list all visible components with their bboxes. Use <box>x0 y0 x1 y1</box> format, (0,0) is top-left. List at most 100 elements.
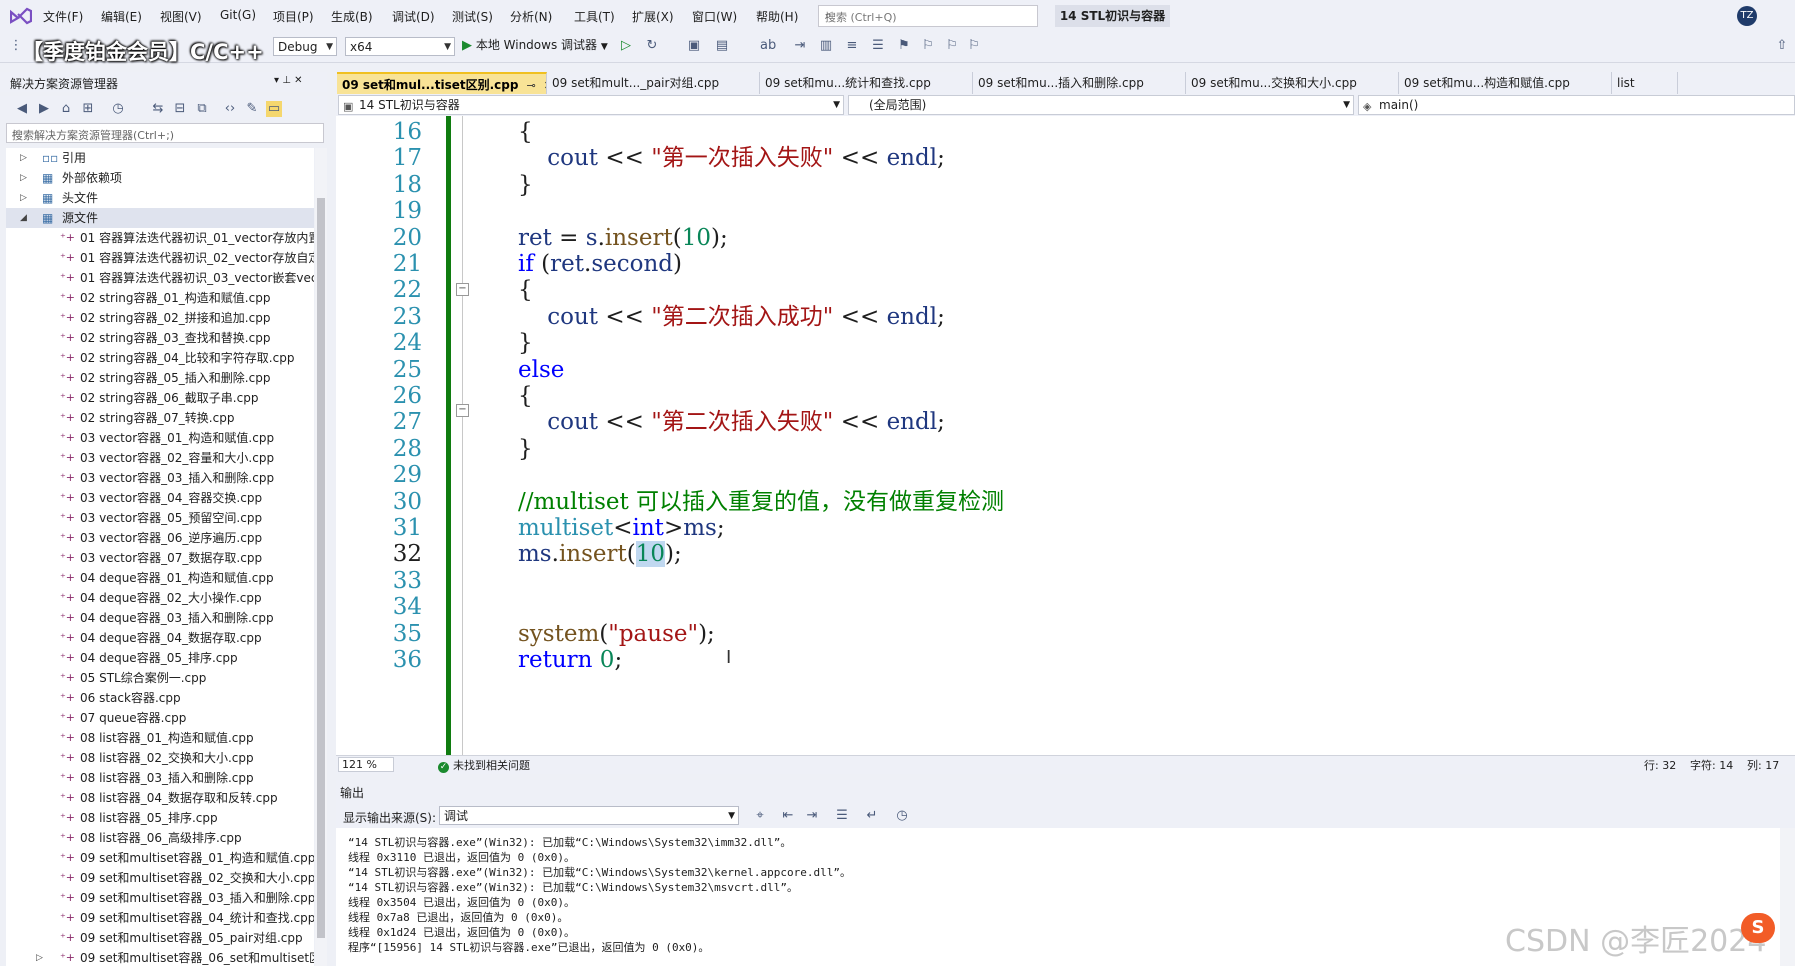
next-bookmark-icon[interactable]: ⚐ <box>944 38 960 54</box>
tree-file[interactable]: ⁺+ 05 STL综合案例一.cpp <box>6 668 314 688</box>
tree-file[interactable]: ⁺+ 03 vector容器_07_数据存取.cpp <box>6 548 314 568</box>
output-source-dropdown[interactable]: 调试 ▼ <box>439 806 739 825</box>
code-line[interactable]: cout << "第二次插入成功" << endl; <box>518 302 945 332</box>
tree-file[interactable]: ⁺+ 08 list容器_01_构造和赋值.cpp <box>6 728 314 748</box>
home-icon[interactable]: ⌂ <box>58 101 74 117</box>
zoom-dropdown[interactable]: 121 % <box>338 757 394 772</box>
tree-folder[interactable]: ▷ ▦ 外部依赖项 <box>6 168 314 188</box>
editor-tab[interactable]: 09 set和mu...交换和大小.cpp <box>1186 72 1399 94</box>
function-dropdown[interactable]: ◈ main() <box>1358 95 1795 115</box>
tree-file[interactable]: ⁺+ 04 deque容器_01_构造和赋值.cpp <box>6 568 314 588</box>
search-input[interactable]: 搜索 (Ctrl+Q) ⌕ <box>818 5 1038 27</box>
config-dropdown[interactable]: Debug ▼ <box>273 37 337 56</box>
editor-tab[interactable]: 09 set和mult..._pair对组.cpp <box>547 72 760 94</box>
scrollbar-thumb[interactable] <box>317 198 325 938</box>
platform-dropdown[interactable]: x64 ▼ <box>345 37 455 56</box>
tree-file[interactable]: ⁺+ 08 list容器_02_交换和大小.cpp <box>6 748 314 768</box>
code-line[interactable]: return 0; <box>518 645 622 675</box>
tree-folder[interactable]: ◢ ▦ 源文件 <box>6 208 314 228</box>
code-line[interactable]: if (ret.second) <box>518 249 682 279</box>
expand-icon[interactable]: ▷ <box>20 188 27 208</box>
menu-item[interactable]: 帮助(H) <box>756 8 798 25</box>
tree-file[interactable]: ⁺+ 02 string容器_03_查找和替换.cpp <box>6 328 314 348</box>
tree-file[interactable]: ⁺+ 03 vector容器_04_容器交换.cpp <box>6 488 314 508</box>
format-icon[interactable]: ab <box>760 38 776 54</box>
menu-item[interactable]: 分析(N) <box>510 8 552 25</box>
timestamp-icon[interactable]: ◷ <box>894 808 910 824</box>
code-line[interactable]: cout << "第一次插入失败" << endl; <box>518 143 945 173</box>
expand-icon[interactable]: ▷ <box>36 948 43 966</box>
find-message-icon[interactable]: ⌖ <box>752 808 768 824</box>
tree-file[interactable]: ⁺+ 09 set和multiset容器_01_构造和赋值.cpp <box>6 848 314 868</box>
tree-file[interactable]: ⁺+ 09 set和multiset容器_03_插入和删除.cpp <box>6 888 314 908</box>
menu-item[interactable]: 工具(T) <box>574 8 615 25</box>
bookmark-icon[interactable]: ⚑ <box>896 38 912 54</box>
tree-file[interactable]: ⁺+ 07 queue容器.cpp <box>6 708 314 728</box>
start-without-debug-icon[interactable]: ▷ <box>618 38 634 54</box>
code-line[interactable]: cout << "第二次插入失败" << endl; <box>518 407 945 437</box>
tree-file[interactable]: ⁺+ 02 string容器_04_比较和字符存取.cpp <box>6 348 314 368</box>
collapse-all-icon[interactable]: ⊟ <box>172 101 188 117</box>
tree-file[interactable]: ⁺+ 03 vector容器_06_逆序遍历.cpp <box>6 528 314 548</box>
editor-tab[interactable]: 09 set和mul...tiset区别.cpp⊸✕ <box>337 72 547 94</box>
tree-file[interactable]: ⁺+ 03 vector容器_02_容量和大小.cpp <box>6 448 314 468</box>
tree-file[interactable]: ⁺+ 03 vector容器_01_构造和赋值.cpp <box>6 428 314 448</box>
editor-tab[interactable]: list <box>1612 72 1678 94</box>
start-debug-button[interactable]: ▶ 本地 Windows 调试器 ▼ <box>462 36 608 53</box>
indent-icon[interactable]: ≡ <box>844 38 860 54</box>
scope-dropdown[interactable]: (全局范围) ▼ <box>848 95 1354 115</box>
tree-file[interactable]: ⁺+ 09 set和multiset容器_04_统计和查找.cpp <box>6 908 314 928</box>
menu-item[interactable]: 文件(F) <box>43 8 83 25</box>
tree-file[interactable]: ⁺+ 04 deque容器_03_插入和删除.cpp <box>6 608 314 628</box>
folder-icon[interactable]: ▣ <box>686 38 702 54</box>
menu-item[interactable]: 测试(S) <box>452 8 493 25</box>
issues-indicator[interactable]: ✓ 未找到相关问题 <box>438 757 530 773</box>
back-icon[interactable]: ◀ <box>14 101 30 117</box>
code-line[interactable]: } <box>518 170 533 200</box>
tree-file[interactable]: ⁺+ 02 string容器_06_截取子串.cpp <box>6 388 314 408</box>
clear-bookmark-icon[interactable]: ⚐ <box>966 38 982 54</box>
code-line[interactable]: ms.insert(10); <box>518 539 682 569</box>
fold-toggle[interactable]: − <box>456 404 469 417</box>
properties-icon[interactable]: ✎ <box>244 101 260 117</box>
editor-tab[interactable]: 09 set和mu...统计和查找.cpp <box>760 72 973 94</box>
tree-file[interactable]: ▷ ⁺+ 09 set和multiset容器_06_set和multiset区别 <box>6 948 314 966</box>
word-wrap-icon[interactable]: ↵ <box>864 808 880 824</box>
input-method-icon[interactable]: S <box>1741 913 1775 943</box>
menu-item[interactable]: 视图(V) <box>160 8 202 25</box>
tree-file[interactable]: ⁺+ 04 deque容器_05_排序.cpp <box>6 648 314 668</box>
expand-icon[interactable]: ▷ <box>20 148 27 168</box>
breakpoint-icon[interactable]: ▥ <box>818 38 834 54</box>
forward-icon[interactable]: ▶ <box>36 101 52 117</box>
tree-file[interactable]: ⁺+ 03 vector容器_05_预留空间.cpp <box>6 508 314 528</box>
tree-file[interactable]: ⁺+ 01 容器算法迭代器初识_01_vector存放内置 <box>6 228 314 248</box>
tree-file[interactable]: ⁺+ 04 deque容器_02_大小操作.cpp <box>6 588 314 608</box>
code-line[interactable]: } <box>518 434 533 464</box>
collapse-icon[interactable]: ◢ <box>20 208 27 228</box>
tree-file[interactable]: ⁺+ 09 set和multiset容器_02_交换和大小.cpp <box>6 868 314 888</box>
tree-file[interactable]: ⁺+ 04 deque容器_04_数据存取.cpp <box>6 628 314 648</box>
tree-folder[interactable]: ▷ ▫▫ 引用 <box>6 148 314 168</box>
next-message-icon[interactable]: ⇥ <box>804 808 820 824</box>
tree-file[interactable]: ⁺+ 02 string容器_02_拼接和追加.cpp <box>6 308 314 328</box>
solution-search-input[interactable]: 搜索解决方案资源管理器(Ctrl+;) ⌕ <box>6 123 324 143</box>
menu-item[interactable]: 生成(B) <box>331 8 373 25</box>
tree-file[interactable]: ⁺+ 01 容器算法迭代器初识_03_vector嵌套vect <box>6 268 314 288</box>
output-scrollbar[interactable] <box>1780 828 1795 966</box>
history-icon[interactable]: ◷ <box>110 101 126 117</box>
clear-all-icon[interactable]: ☰ <box>834 808 850 824</box>
menu-item[interactable]: 项目(P) <box>273 8 314 25</box>
menu-item[interactable]: 调试(D) <box>392 8 435 25</box>
tree-file[interactable]: ⁺+ 09 set和multiset容器_05_pair对组.cpp <box>6 928 314 948</box>
editor-tab[interactable]: 09 set和mu...构造和赋值.cpp <box>1399 72 1612 94</box>
tree-file[interactable]: ⁺+ 08 list容器_05_排序.cpp <box>6 808 314 828</box>
avatar[interactable]: TZ <box>1737 6 1757 26</box>
restart-icon[interactable]: ↻ <box>644 38 660 54</box>
menu-item[interactable]: Git(G) <box>220 8 256 22</box>
tree-file[interactable]: ⁺+ 01 容器算法迭代器初识_02_vector存放自定 <box>6 248 314 268</box>
tree-file[interactable]: ⁺+ 08 list容器_06_高级排序.cpp <box>6 828 314 848</box>
tree-file[interactable]: ⁺+ 08 list容器_04_数据存取和反转.cpp <box>6 788 314 808</box>
layout-icon[interactable]: ▤ <box>714 38 730 54</box>
step-icon[interactable]: ⇥ <box>792 38 808 54</box>
expand-icon[interactable]: ▷ <box>20 168 27 188</box>
